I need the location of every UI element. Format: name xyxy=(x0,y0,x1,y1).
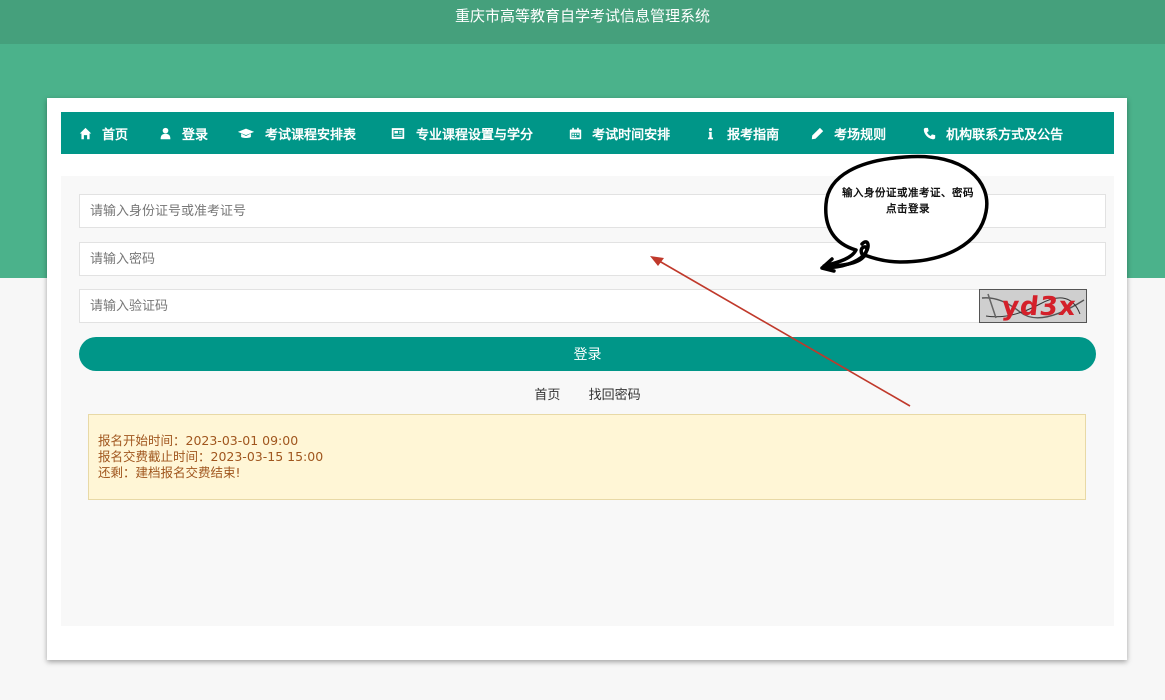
navbar: 首页 登录 考试课程安排表 专业课程设置与学分 考试时间安排 报考指南 考场规则… xyxy=(61,112,1114,154)
nav-item-exam-courses[interactable]: 考试课程安排表 xyxy=(236,112,356,154)
login-form-panel: yd3x 登录 首页 找回密码 报名开始时间：2023-03-01 09:00 … xyxy=(61,176,1114,626)
captcha-image[interactable]: yd3x xyxy=(979,289,1087,323)
captcha-text: yd3x xyxy=(1000,292,1078,322)
home-link[interactable]: 首页 xyxy=(534,388,560,403)
notice-start-time: 报名开始时间：2023-03-01 09:00 xyxy=(98,433,299,448)
nav-item-exam-rules[interactable]: 考场规则 xyxy=(809,112,886,154)
nav-label: 考试时间安排 xyxy=(592,127,671,143)
annotation-line-2: 点击登录 xyxy=(886,203,930,215)
nav-label: 专业课程设置与学分 xyxy=(416,127,534,143)
captcha-input[interactable] xyxy=(79,289,989,323)
page-title: 重庆市高等教育自学考试信息管理系统 xyxy=(454,7,710,25)
registration-notice: 报名开始时间：2023-03-01 09:00 报名交费截止时间：2023-03… xyxy=(88,414,1086,500)
login-button[interactable]: 登录 xyxy=(79,337,1096,371)
nav-item-login[interactable]: 登录 xyxy=(157,112,208,154)
notice-deadline: 报名交费截止时间：2023-03-15 15:00 xyxy=(98,449,324,464)
calendar-icon xyxy=(567,127,583,140)
nav-label: 考试课程安排表 xyxy=(265,127,357,143)
main-card: 首页 登录 考试课程安排表 专业课程设置与学分 考试时间安排 报考指南 考场规则… xyxy=(47,98,1127,660)
nav-item-exam-schedule[interactable]: 考试时间安排 xyxy=(567,112,670,154)
nav-label: 首页 xyxy=(102,127,129,143)
annotation-line-1: 输入身份证或准考证、密码 xyxy=(842,187,974,199)
annotation-text: 输入身份证或准考证、密码 点击登录 xyxy=(833,185,983,217)
nav-label: 报考指南 xyxy=(727,127,780,143)
links-row: 首页 找回密码 xyxy=(61,384,1114,403)
phone-icon xyxy=(921,127,937,140)
nav-label: 考场规则 xyxy=(834,127,887,143)
nav-item-home[interactable]: 首页 xyxy=(77,112,128,154)
nav-item-contact[interactable]: 机构联系方式及公告 xyxy=(921,112,1063,154)
nav-item-guide[interactable]: 报考指南 xyxy=(702,112,779,154)
nav-label: 机构联系方式及公告 xyxy=(946,127,1064,143)
graduation-cap-icon xyxy=(236,127,256,140)
info-icon xyxy=(702,127,718,140)
nav-item-major-courses[interactable]: 专业课程设置与学分 xyxy=(389,112,533,154)
pencil-icon xyxy=(809,127,825,140)
notice-remaining: 还剩：建档报名交费结束! xyxy=(98,465,241,480)
password-input[interactable] xyxy=(79,242,1106,276)
home-icon xyxy=(77,127,93,140)
newspaper-icon xyxy=(389,127,407,140)
recover-password-link[interactable]: 找回密码 xyxy=(589,388,641,403)
user-icon xyxy=(157,127,173,140)
nav-label: 登录 xyxy=(182,127,209,143)
